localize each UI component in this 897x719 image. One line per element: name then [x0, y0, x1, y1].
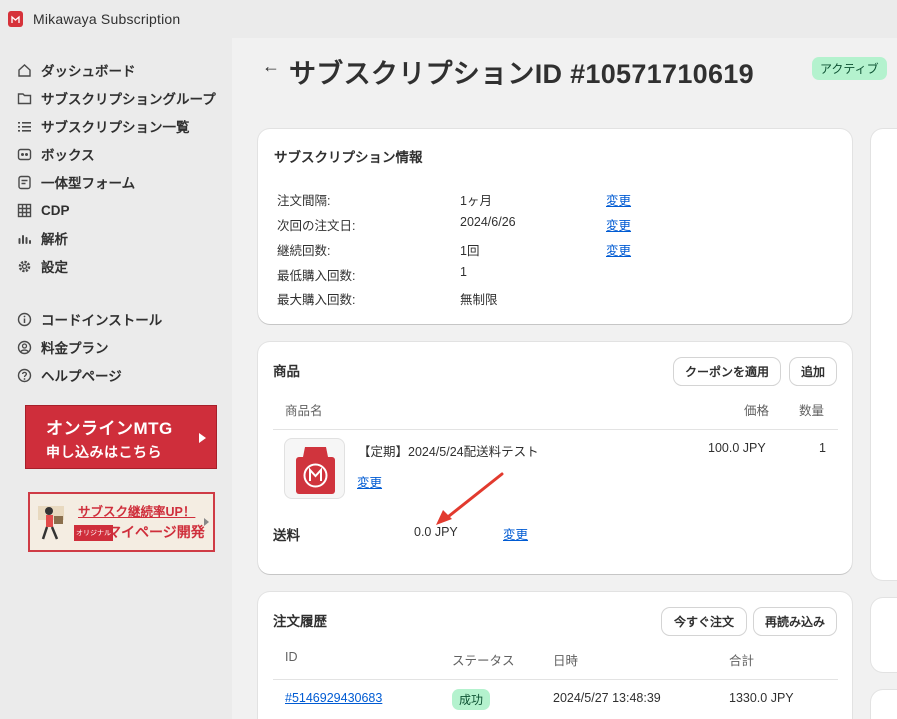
- banner-mtg-line2: 申し込みはこちら: [46, 444, 162, 460]
- info-value-count: 1回: [460, 244, 480, 258]
- sidebar-item-label: CDP: [41, 202, 70, 218]
- change-next-order-link[interactable]: 変更: [606, 215, 631, 234]
- back-arrow-icon[interactable]: ←: [262, 56, 280, 77]
- sidebar-item-label: ダッシュボード: [41, 64, 136, 79]
- change-interval-link[interactable]: 変更: [606, 190, 631, 209]
- sidebar: ダッシュボード サブスクリプショングループ サブスクリプション一覧 ボックス 一…: [0, 38, 232, 719]
- info-value-next-order: 2024/6/26: [460, 215, 516, 229]
- product-price: 100.0 JPY: [708, 441, 766, 455]
- sidebar-item-label: ボックス: [41, 148, 95, 163]
- product-thumbnail: [284, 438, 345, 499]
- sidebar-item-label: 解析: [41, 232, 68, 247]
- app-logo-icon: [8, 11, 23, 27]
- play-arrow-icon: [204, 518, 209, 526]
- product-bag-icon: [296, 447, 335, 494]
- subscription-info-card: サブスクリプション情報 注文間隔: 1ヶ月 変更 次回の注文日: 2024/6/…: [258, 129, 852, 324]
- order-history-title: 注文履歴: [273, 614, 327, 629]
- info-value-min-purchase: 1: [460, 265, 467, 279]
- online-mtg-banner[interactable]: オンラインMTG 申し込みはこちら: [25, 405, 217, 469]
- chart-icon: [16, 230, 32, 246]
- products-card: 商品 クーポンを適用 追加 商品名 価格 数量 【定期】2024/5/24配送料…: [258, 342, 852, 574]
- sidebar-item-subscription-groups[interactable]: サブスクリプショングループ: [0, 84, 232, 112]
- shipping-label: 送料: [273, 528, 300, 543]
- sidebar-item-dashboard[interactable]: ダッシュボード: [0, 56, 232, 84]
- col-qty: 数量: [799, 404, 825, 418]
- gear-icon: [16, 258, 32, 274]
- col-order-status: ステータス: [452, 654, 515, 668]
- top-bar: Mikawaya Subscription: [0, 0, 897, 38]
- sidebar-item-label: コードインストール: [41, 313, 163, 328]
- side-card: [871, 129, 897, 580]
- sidebar-item-code-install[interactable]: コードインストール: [0, 305, 232, 333]
- info-label-next-order: 次回の注文日:: [277, 219, 356, 233]
- sidebar-item-pricing[interactable]: 料金プラン: [0, 333, 232, 361]
- sidebar-item-subscription-list[interactable]: サブスクリプション一覧: [0, 112, 232, 140]
- sidebar-item-cdp[interactable]: CDP: [0, 196, 232, 224]
- add-product-button[interactable]: 追加: [790, 358, 836, 385]
- side-card: [871, 690, 897, 719]
- sidebar-item-form[interactable]: 一体型フォーム: [0, 168, 232, 196]
- col-price: 価格: [744, 404, 770, 418]
- app-title: Mikawaya Subscription: [33, 11, 181, 27]
- page-title: サブスクリプションID #10571710619: [289, 59, 754, 89]
- divider: [273, 679, 838, 680]
- sidebar-item-label: サブスクリプショングループ: [41, 92, 216, 107]
- banner-mypage-line1: サブスク継続率UP！: [78, 505, 196, 519]
- change-product-link[interactable]: 変更: [357, 472, 382, 491]
- sidebar-item-analytics[interactable]: 解析: [0, 224, 232, 252]
- annotation-arrow-icon: [436, 472, 504, 525]
- sidebar-item-help[interactable]: ヘルプページ: [0, 361, 232, 389]
- info-value-interval: 1ヶ月: [460, 194, 492, 208]
- info-label-count: 継続回数:: [277, 244, 331, 258]
- order-id-link[interactable]: #5146929430683: [285, 691, 382, 705]
- help-icon: [16, 367, 32, 383]
- sidebar-item-label: サブスクリプション一覧: [41, 120, 190, 135]
- side-card: [871, 598, 897, 672]
- order-history-card: 注文履歴 今すぐ注文 再読み込み ID ステータス 日時 合計 #5146929…: [258, 592, 852, 719]
- product-name: 【定期】2024/5/24配送料テスト: [358, 445, 539, 459]
- person-illustration-icon: [38, 506, 64, 540]
- box-icon: [16, 146, 32, 162]
- list-icon: [16, 118, 32, 134]
- sidebar-item-label: ヘルプページ: [41, 369, 122, 384]
- play-arrow-icon: [199, 433, 206, 443]
- info-label-interval: 注文間隔:: [277, 194, 331, 208]
- user-circle-icon: [16, 339, 32, 355]
- status-badge: アクティブ: [812, 57, 887, 80]
- products-title: 商品: [273, 364, 300, 379]
- banner-mtg-line1: オンラインMTG: [46, 419, 173, 438]
- apply-coupon-button[interactable]: クーポンを適用: [674, 358, 780, 385]
- home-icon: [16, 62, 32, 78]
- info-value-max-purchase: 無制限: [460, 293, 498, 307]
- banner-mypage-line2: マイページ開発: [107, 524, 205, 540]
- divider: [273, 429, 838, 430]
- order-status-badge: 成功: [452, 689, 491, 710]
- order-now-button[interactable]: 今すぐ注文: [662, 608, 746, 635]
- change-count-link[interactable]: 変更: [606, 240, 631, 259]
- info-label-min-purchase: 最低購入回数:: [277, 269, 356, 283]
- reload-button[interactable]: 再読み込み: [754, 608, 836, 635]
- sidebar-item-settings[interactable]: 設定: [0, 252, 232, 280]
- order-total: 1330.0 JPY: [729, 691, 794, 705]
- sidebar-item-label: 料金プラン: [41, 341, 109, 356]
- product-qty: 1: [819, 441, 826, 455]
- subscription-info-title: サブスクリプション情報: [274, 150, 423, 165]
- sidebar-nav: ダッシュボード サブスクリプショングループ サブスクリプション一覧 ボックス 一…: [0, 38, 232, 389]
- sidebar-item-label: 一体型フォーム: [41, 176, 136, 191]
- grid-icon: [16, 202, 32, 218]
- col-order-date: 日時: [553, 654, 579, 668]
- info-icon: [16, 311, 32, 327]
- folder-icon: [16, 90, 32, 106]
- form-icon: [16, 174, 32, 190]
- sidebar-item-label: 設定: [41, 260, 68, 275]
- order-date: 2024/5/27 13:48:39: [553, 691, 661, 705]
- col-order-id: ID: [285, 650, 298, 664]
- col-order-total: 合計: [729, 654, 755, 668]
- info-label-max-purchase: 最大購入回数:: [277, 293, 356, 307]
- mypage-dev-banner[interactable]: サブスク継続率UP！ オリジナル マイページ開発: [28, 492, 215, 552]
- sidebar-item-box[interactable]: ボックス: [0, 140, 232, 168]
- col-product-name: 商品名: [285, 404, 323, 418]
